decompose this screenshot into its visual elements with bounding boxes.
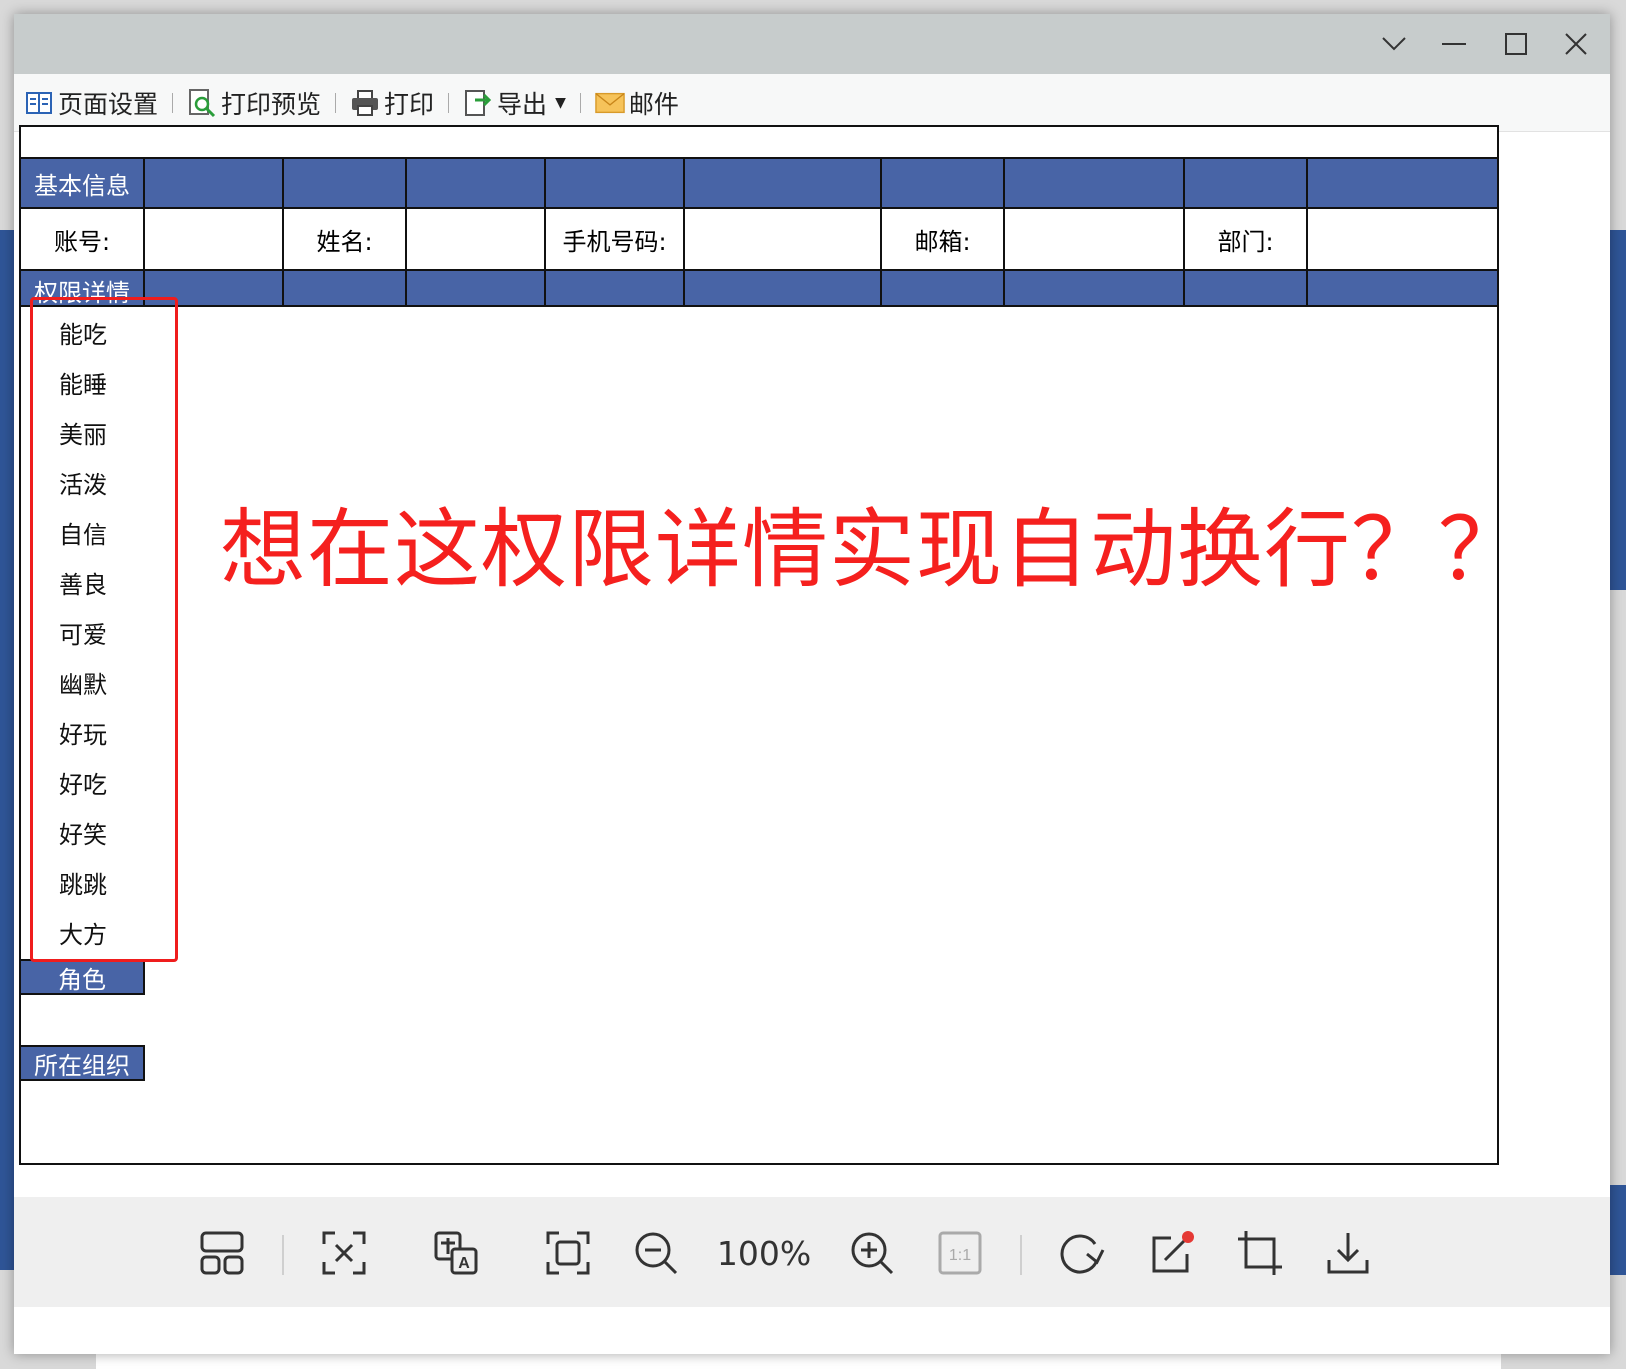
zoom-in-icon[interactable] — [844, 1225, 900, 1281]
email-value — [1005, 209, 1185, 269]
print-label: 打印 — [384, 89, 435, 119]
toolbar-divider — [335, 92, 337, 113]
layout-grid-icon[interactable] — [194, 1225, 250, 1281]
section-basic-info: 基本信息 — [21, 159, 145, 207]
section-permission-details: 权限详情 — [21, 271, 145, 305]
account-value — [145, 209, 284, 269]
basic-info-row: 账号: 姓名: 手机号码: 邮箱: 部门: — [21, 209, 1497, 271]
list-item: 美丽 — [59, 420, 107, 449]
text-extract-icon[interactable] — [316, 1225, 372, 1281]
edit-icon[interactable] — [1144, 1225, 1200, 1281]
report-toolbar: 页面设置 打印预览 打印 导出 ▼ 邮件 — [14, 74, 1610, 132]
list-item: 幽默 — [59, 670, 107, 699]
envelope-icon — [595, 88, 625, 118]
image-viewer-toolbar: A 100% 1:1 — [14, 1197, 1610, 1307]
permission-header-row: 权限详情 — [21, 271, 1497, 307]
rotate-icon[interactable] — [1054, 1225, 1110, 1281]
section-organization: 所在组织 — [21, 1045, 145, 1081]
list-item: 自信 — [59, 520, 107, 549]
list-item: 好笑 — [59, 820, 107, 849]
svg-text:A: A — [458, 1255, 470, 1272]
export-button[interactable]: 导出 ▼ — [459, 83, 570, 123]
minimize-button[interactable] — [1424, 14, 1484, 74]
title-bar — [14, 14, 1610, 74]
printer-icon — [350, 88, 380, 118]
zoom-level: 100% — [716, 1233, 812, 1273]
print-preview-button[interactable]: 打印预览 — [183, 83, 325, 123]
toolbar-divider — [172, 92, 174, 113]
print-button[interactable]: 打印 — [346, 83, 438, 123]
export-icon — [463, 88, 493, 118]
mail-button[interactable]: 邮件 — [591, 83, 683, 123]
translate-icon[interactable]: A — [428, 1225, 484, 1281]
email-label: 邮箱: — [882, 209, 1005, 269]
export-label: 导出 — [497, 89, 548, 119]
report-preview-window: 页面设置 打印预览 打印 导出 ▼ 邮件 基本信息 账号: 姓名: 手机号码: … — [14, 14, 1610, 1354]
toolbar-divider — [448, 92, 450, 113]
maximize-button[interactable] — [1486, 14, 1546, 74]
department-label: 部门: — [1185, 209, 1308, 269]
page-setup-icon — [24, 88, 54, 118]
phone-value — [685, 209, 882, 269]
list-item: 能睡 — [59, 370, 107, 399]
fit-screen-icon[interactable] — [540, 1225, 596, 1281]
mail-label: 邮件 — [628, 89, 679, 119]
annotation-text: 想在这权限详情实现自动换行？？ — [220, 500, 1525, 600]
crop-icon[interactable] — [1232, 1225, 1288, 1281]
report-sheet: 基本信息 账号: 姓名: 手机号码: 邮箱: 部门: 权限详情 能吃 能睡 美丽… — [19, 125, 1499, 1165]
caret-down-icon: ▼ — [555, 94, 566, 111]
list-item: 活泼 — [59, 470, 107, 499]
actual-size-icon[interactable]: 1:1 — [932, 1225, 988, 1281]
list-item: 可爱 — [59, 620, 107, 649]
print-preview-label: 打印预览 — [221, 89, 322, 119]
close-button[interactable] — [1546, 14, 1606, 74]
name-value — [407, 209, 546, 269]
toolbar-divider — [1020, 1235, 1022, 1275]
basic-info-header-row: 基本信息 — [21, 157, 1497, 209]
page-setup-label: 页面设置 — [58, 89, 159, 119]
page-setup-button[interactable]: 页面设置 — [20, 83, 162, 123]
zoom-out-icon[interactable] — [628, 1225, 684, 1281]
list-item: 好玩 — [59, 720, 107, 749]
phone-label: 手机号码: — [546, 209, 685, 269]
list-item: 跳跳 — [59, 870, 107, 899]
section-role: 角色 — [21, 959, 145, 995]
background-page-strip — [0, 230, 14, 1270]
list-item: 好吃 — [59, 770, 107, 799]
download-icon[interactable] — [1320, 1225, 1376, 1281]
chevron-down-icon[interactable] — [1364, 14, 1424, 74]
permission-list: 能吃 能睡 美丽 活泼 自信 善良 可爱 幽默 好玩 好吃 好笑 跳跳 大方 — [21, 307, 145, 957]
svg-text:1:1: 1:1 — [949, 1247, 971, 1264]
print-preview-icon — [187, 88, 217, 118]
list-item: 大方 — [59, 920, 107, 949]
list-item: 善良 — [59, 570, 107, 599]
toolbar-divider — [579, 92, 581, 113]
toolbar-divider — [282, 1235, 284, 1275]
list-item: 能吃 — [59, 320, 107, 349]
name-label: 姓名: — [284, 209, 407, 269]
account-label: 账号: — [21, 209, 145, 269]
